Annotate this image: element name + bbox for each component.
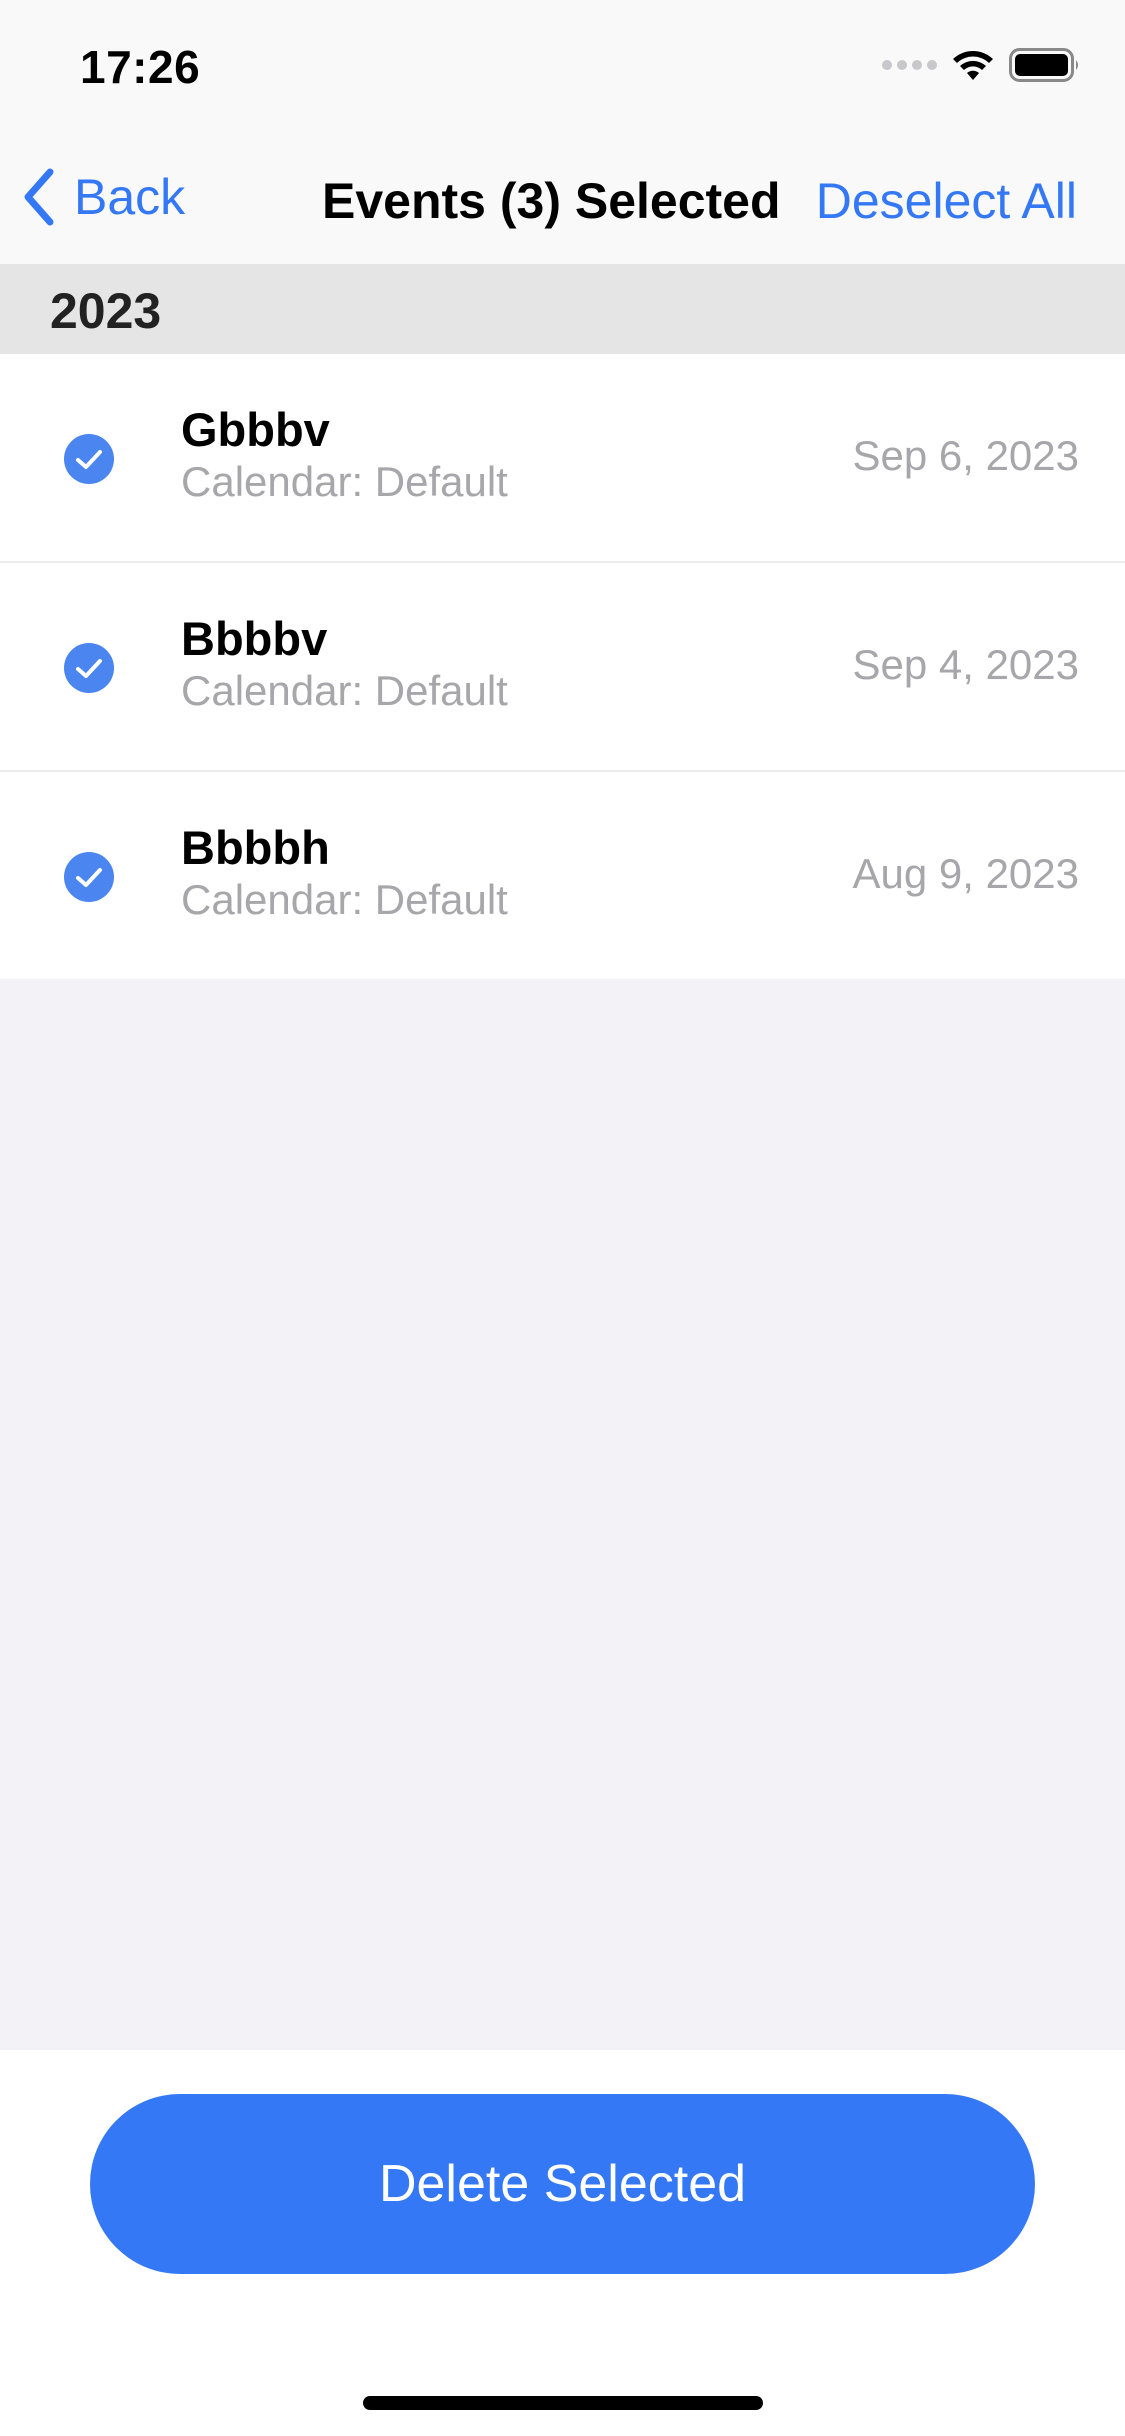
chevron-left-icon: [24, 168, 54, 226]
cellular-signal-icon: [882, 60, 937, 70]
navigation-bar: Back Events (3) Selected Deselect All: [0, 132, 1125, 264]
page-title: Events (3) Selected: [322, 173, 781, 229]
back-button[interactable]: Back: [22, 168, 185, 226]
status-bar: 17:26: [0, 0, 1125, 132]
event-calendar: Calendar: Default: [181, 458, 508, 505]
event-calendar: Calendar: Default: [181, 667, 508, 714]
status-time: 17:26: [80, 41, 201, 93]
status-icons: [882, 48, 1081, 82]
section-header-year: 2023: [0, 264, 1125, 354]
event-title: Gbbbv: [181, 403, 330, 456]
event-row[interactable]: Bbbbv Calendar: Default Sep 4, 2023: [0, 563, 1125, 772]
section-year-label: 2023: [50, 283, 162, 339]
screen: 17:26 Back Events (3) Selected Deselect …: [0, 0, 1125, 2436]
event-list: Gbbbv Calendar: Default Sep 6, 2023 Bbbb…: [0, 354, 1125, 979]
event-date: Sep 6, 2023: [852, 432, 1079, 479]
bottom-action-bar: Delete Selected: [0, 2050, 1125, 2436]
event-row[interactable]: Bbbbh Calendar: Default Aug 9, 2023: [0, 772, 1125, 979]
delete-selected-button[interactable]: Delete Selected: [90, 2094, 1035, 2274]
deselect-all-button[interactable]: Deselect All: [816, 172, 1077, 230]
checkmark-circle-icon[interactable]: [64, 643, 114, 693]
event-calendar: Calendar: Default: [181, 876, 508, 923]
home-indicator: [363, 2396, 763, 2410]
checkmark-circle-icon[interactable]: [64, 852, 114, 902]
event-row[interactable]: Gbbbv Calendar: Default Sep 6, 2023: [0, 354, 1125, 563]
event-date: Aug 9, 2023: [852, 850, 1079, 897]
event-title: Bbbbv: [181, 612, 328, 665]
event-date: Sep 4, 2023: [852, 641, 1079, 688]
wifi-icon: [953, 51, 993, 80]
event-title: Bbbbh: [181, 821, 330, 874]
checkmark-circle-icon[interactable]: [64, 434, 114, 484]
back-label: Back: [74, 169, 186, 225]
battery-icon: [1009, 48, 1078, 82]
